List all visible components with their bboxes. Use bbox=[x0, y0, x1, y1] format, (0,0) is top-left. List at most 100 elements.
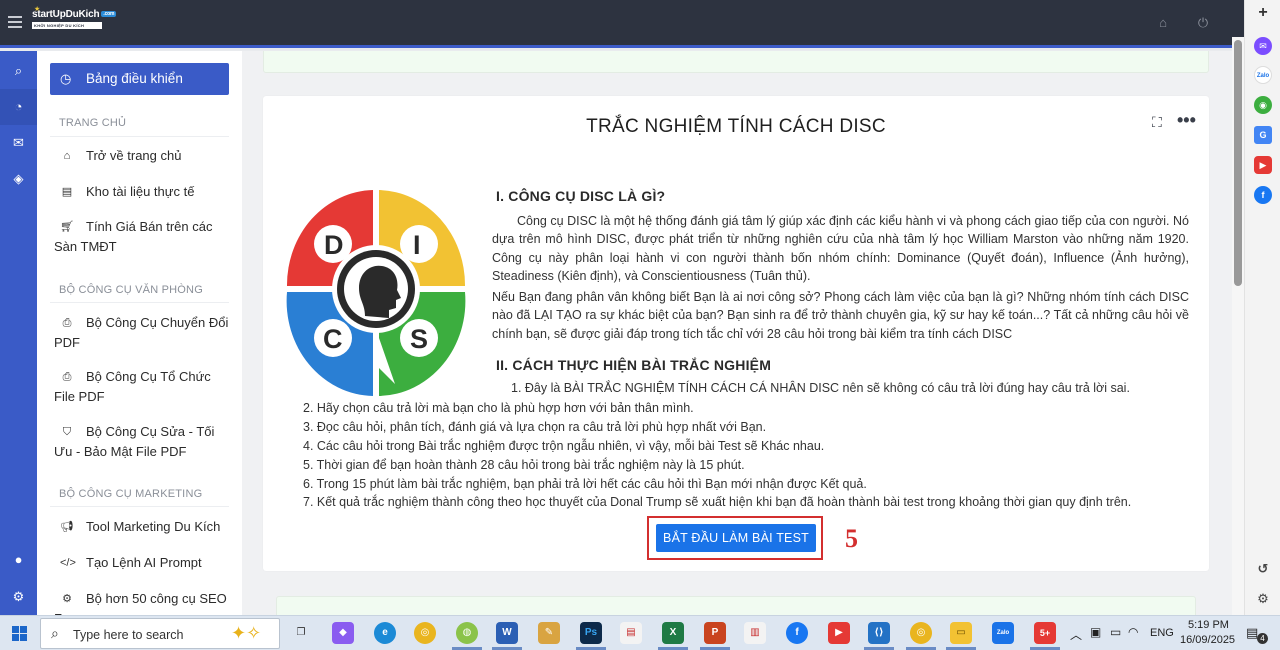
tray-device-icon[interactable]: ▣ bbox=[1090, 625, 1101, 639]
document-icon[interactable]: ▥ bbox=[744, 622, 766, 644]
diamond-icon[interactable]: ◈ bbox=[0, 161, 37, 197]
menu-toggle-icon[interactable] bbox=[8, 16, 22, 28]
start-button-highlight: BẮT ĐẦU LÀM BÀI TEST bbox=[647, 516, 823, 560]
coccoc-icon[interactable]: ◍ bbox=[452, 622, 482, 650]
chrome-profile-icon[interactable]: ◎ bbox=[906, 622, 936, 650]
messenger-icon[interactable]: ✉ bbox=[1254, 37, 1272, 55]
search-icon[interactable]: ⌕ bbox=[0, 53, 37, 89]
sidebar-item-pdf-organize[interactable]: ⎙ Bộ Công Cụ Tổ Chức File PDF bbox=[54, 367, 230, 407]
more-options-icon[interactable]: ••• bbox=[1177, 110, 1196, 131]
facebook-taskbar-icon[interactable]: f bbox=[786, 622, 808, 644]
logo-text: startUpDuKich bbox=[32, 9, 100, 20]
info-strip-bottom bbox=[276, 596, 1196, 615]
disc-letter-s: S bbox=[410, 324, 428, 354]
sidebar-item-documents[interactable]: ▤ Kho tài liệu thực tế bbox=[54, 182, 230, 202]
disc-card: TRẮC NGHIỆM TÍNH CÁCH DISC ⛶ ••• D I C S bbox=[263, 96, 1209, 571]
pdf-reader-icon[interactable]: ▤ bbox=[620, 622, 642, 644]
sidebar-item-label: Tool Marketing Du Kích bbox=[86, 519, 221, 534]
megaphone-icon: 📢︎ bbox=[60, 521, 74, 533]
chrome-icon[interactable]: ◎ bbox=[414, 622, 436, 644]
photoshop-icon[interactable]: Ps bbox=[576, 622, 606, 650]
home-icon: ⌂ bbox=[63, 150, 71, 162]
copilot-icon[interactable]: ◆ bbox=[332, 622, 354, 644]
task-view-icon[interactable]: ❐ bbox=[290, 622, 312, 644]
scrollbar-thumb[interactable] bbox=[1234, 40, 1242, 286]
section-heading: I. CÔNG CỤ DISC LÀ GÌ? bbox=[496, 188, 666, 204]
paint-icon[interactable]: ✎ bbox=[538, 622, 560, 644]
clock-time[interactable]: 5:19 PM bbox=[1188, 619, 1229, 631]
logo-star-icon: ★ bbox=[34, 6, 41, 13]
browser-side-rail: + ✉ Zalo ◉ G ▶ f ↺ ⚙ bbox=[1244, 0, 1280, 615]
clock-date[interactable]: 16/09/2025 bbox=[1180, 634, 1235, 646]
game-icon[interactable]: ◉ bbox=[1254, 96, 1272, 114]
vscode-icon[interactable]: ⟨⟩ bbox=[864, 622, 894, 650]
taskbar-search-input[interactable]: ⌕ Type here to search ✦✧ bbox=[40, 618, 280, 649]
logo-com: .com bbox=[101, 11, 117, 18]
sidebar-item-dashboard[interactable]: ◷ Bảng điều khiển bbox=[50, 63, 229, 95]
sidebar-section-title: TRANG CHỦ bbox=[59, 117, 127, 129]
zalo-taskbar-icon[interactable]: Zalo bbox=[992, 622, 1014, 644]
sidebar-item-seo-tools[interactable]: ⚙Bộ hơn 50 công cụ SEO F bbox=[54, 589, 230, 615]
icon-rail: ⌕ ◔ ✉ ◈ ● ⚙ bbox=[0, 51, 37, 615]
section-heading: II. CÁCH THỰC HIỆN BÀI TRẮC NGHIỆM bbox=[496, 357, 772, 373]
divider bbox=[50, 136, 229, 137]
tray-chevron-icon[interactable]: ︿ bbox=[1070, 626, 1082, 643]
disc-letter-d: D bbox=[324, 230, 344, 260]
translate-icon[interactable]: G bbox=[1254, 126, 1272, 144]
facebook-icon[interactable]: f bbox=[1254, 186, 1272, 204]
sidebar-item-label: Bộ hơn 50 công cụ SEO F bbox=[54, 591, 227, 615]
sparkle-icon: ✦✧ bbox=[231, 623, 262, 643]
sidebar-item-price-calc[interactable]: 🛒︎ Tính Giá Bán trên các Sàn TMĐT bbox=[54, 217, 230, 257]
info-strip-top bbox=[263, 51, 1209, 73]
file-icon: ▤ bbox=[61, 186, 73, 198]
paragraph: Công cụ DISC là một hệ thống đánh giá tâ… bbox=[492, 214, 1189, 283]
step-item: 4. Các câu hỏi trong Bài trắc nghiệm đượ… bbox=[303, 439, 825, 453]
start-test-button[interactable]: BẮT ĐẦU LÀM BÀI TEST bbox=[656, 524, 816, 552]
pdf-file-icon: ⎙ bbox=[62, 317, 72, 329]
step-item: 1. Đây là BÀI TRẮC NGHIỆM TÍNH CÁCH CÁ N… bbox=[511, 381, 1130, 395]
gear-icon: ⚙ bbox=[62, 593, 72, 605]
tray-wifi-icon[interactable]: ◠ bbox=[1128, 625, 1138, 639]
mail-icon[interactable]: ✉ bbox=[0, 125, 37, 161]
youtube-taskbar-icon[interactable]: ▶ bbox=[828, 622, 850, 644]
windows-start-icon[interactable] bbox=[12, 626, 27, 641]
sidebar-item-label: Bộ Công Cụ Sửa - Tối Ưu - Bảo Mật File P… bbox=[54, 424, 215, 459]
file-explorer-icon[interactable]: ▭ bbox=[946, 622, 976, 650]
step-item: 7. Kết quả trắc nghiệm thành công theo h… bbox=[303, 495, 1132, 509]
edge-icon[interactable]: e bbox=[374, 622, 396, 644]
sidebar-item-label: Bộ Công Cụ Chuyển Đổi PDF bbox=[54, 315, 229, 350]
tray-battery-icon[interactable]: ▭ bbox=[1110, 625, 1121, 639]
code-icon: </> bbox=[60, 557, 76, 569]
paragraph: Nếu Bạn đang phân vân không biết Bạn là … bbox=[492, 290, 1189, 341]
windows-taskbar: ⌕ Type here to search ✦✧ ❐ ◆ e ◎ ◍ W ✎ P… bbox=[0, 615, 1280, 650]
logo-tagline: KHỞI NGHIỆP DU KÍCH bbox=[32, 22, 102, 29]
user-icon[interactable]: ● bbox=[0, 542, 37, 578]
settings-gear-icon[interactable]: ⚙ bbox=[0, 579, 37, 615]
home-icon[interactable]: ⌂ bbox=[1156, 16, 1170, 30]
sidebar-item-pdf-security[interactable]: ⛉ Bộ Công Cụ Sửa - Tối Ưu - Bảo Mật File … bbox=[54, 422, 230, 462]
sidebar-item-label: Tính Giá Bán trên các Sàn TMĐT bbox=[54, 219, 213, 254]
language-indicator[interactable]: ENG bbox=[1150, 627, 1174, 639]
divider bbox=[50, 506, 229, 507]
site-logo[interactable]: ★ startUpDuKich .com KHỞI NGHIỆP DU KÍCH bbox=[32, 6, 117, 29]
zalo-notification-icon[interactable]: 5+ bbox=[1030, 622, 1060, 650]
excel-icon[interactable]: X bbox=[658, 622, 688, 650]
sidebar: ◷ Bảng điều khiển TRANG CHỦ ⌂ Trở về tran… bbox=[37, 51, 242, 615]
settings-icon[interactable]: ⚙ bbox=[1254, 590, 1272, 608]
dashboard-icon[interactable]: ◔ bbox=[0, 89, 37, 125]
power-icon[interactable]: ⏻ bbox=[1196, 16, 1210, 30]
sidebar-item-marketing-tool[interactable]: 📢︎ Tool Marketing Du Kích bbox=[54, 517, 230, 537]
word-icon[interactable]: W bbox=[492, 622, 522, 650]
zalo-icon[interactable]: Zalo bbox=[1254, 66, 1272, 84]
fullscreen-icon[interactable]: ⛶ bbox=[1152, 114, 1162, 131]
sidebar-item-ai-prompt[interactable]: </> Tạo Lệnh AI Prompt bbox=[54, 553, 230, 573]
step-item: 5. Thời gian để bạn hoàn thành 28 câu hỏ… bbox=[303, 458, 745, 472]
sidebar-item-label: Trở về trang chủ bbox=[86, 148, 182, 163]
step-item: 6. Trong 15 phút làm bài trắc nghiệm, bạ… bbox=[303, 477, 867, 491]
youtube-icon[interactable]: ▶ bbox=[1254, 156, 1272, 174]
add-icon[interactable]: + bbox=[1254, 4, 1272, 22]
sidebar-item-pdf-convert[interactable]: ⎙ Bộ Công Cụ Chuyển Đổi PDF bbox=[54, 313, 230, 353]
powerpoint-icon[interactable]: P bbox=[700, 622, 730, 650]
history-icon[interactable]: ↺ bbox=[1254, 560, 1272, 578]
sidebar-item-home[interactable]: ⌂ Trở về trang chủ bbox=[54, 146, 230, 166]
